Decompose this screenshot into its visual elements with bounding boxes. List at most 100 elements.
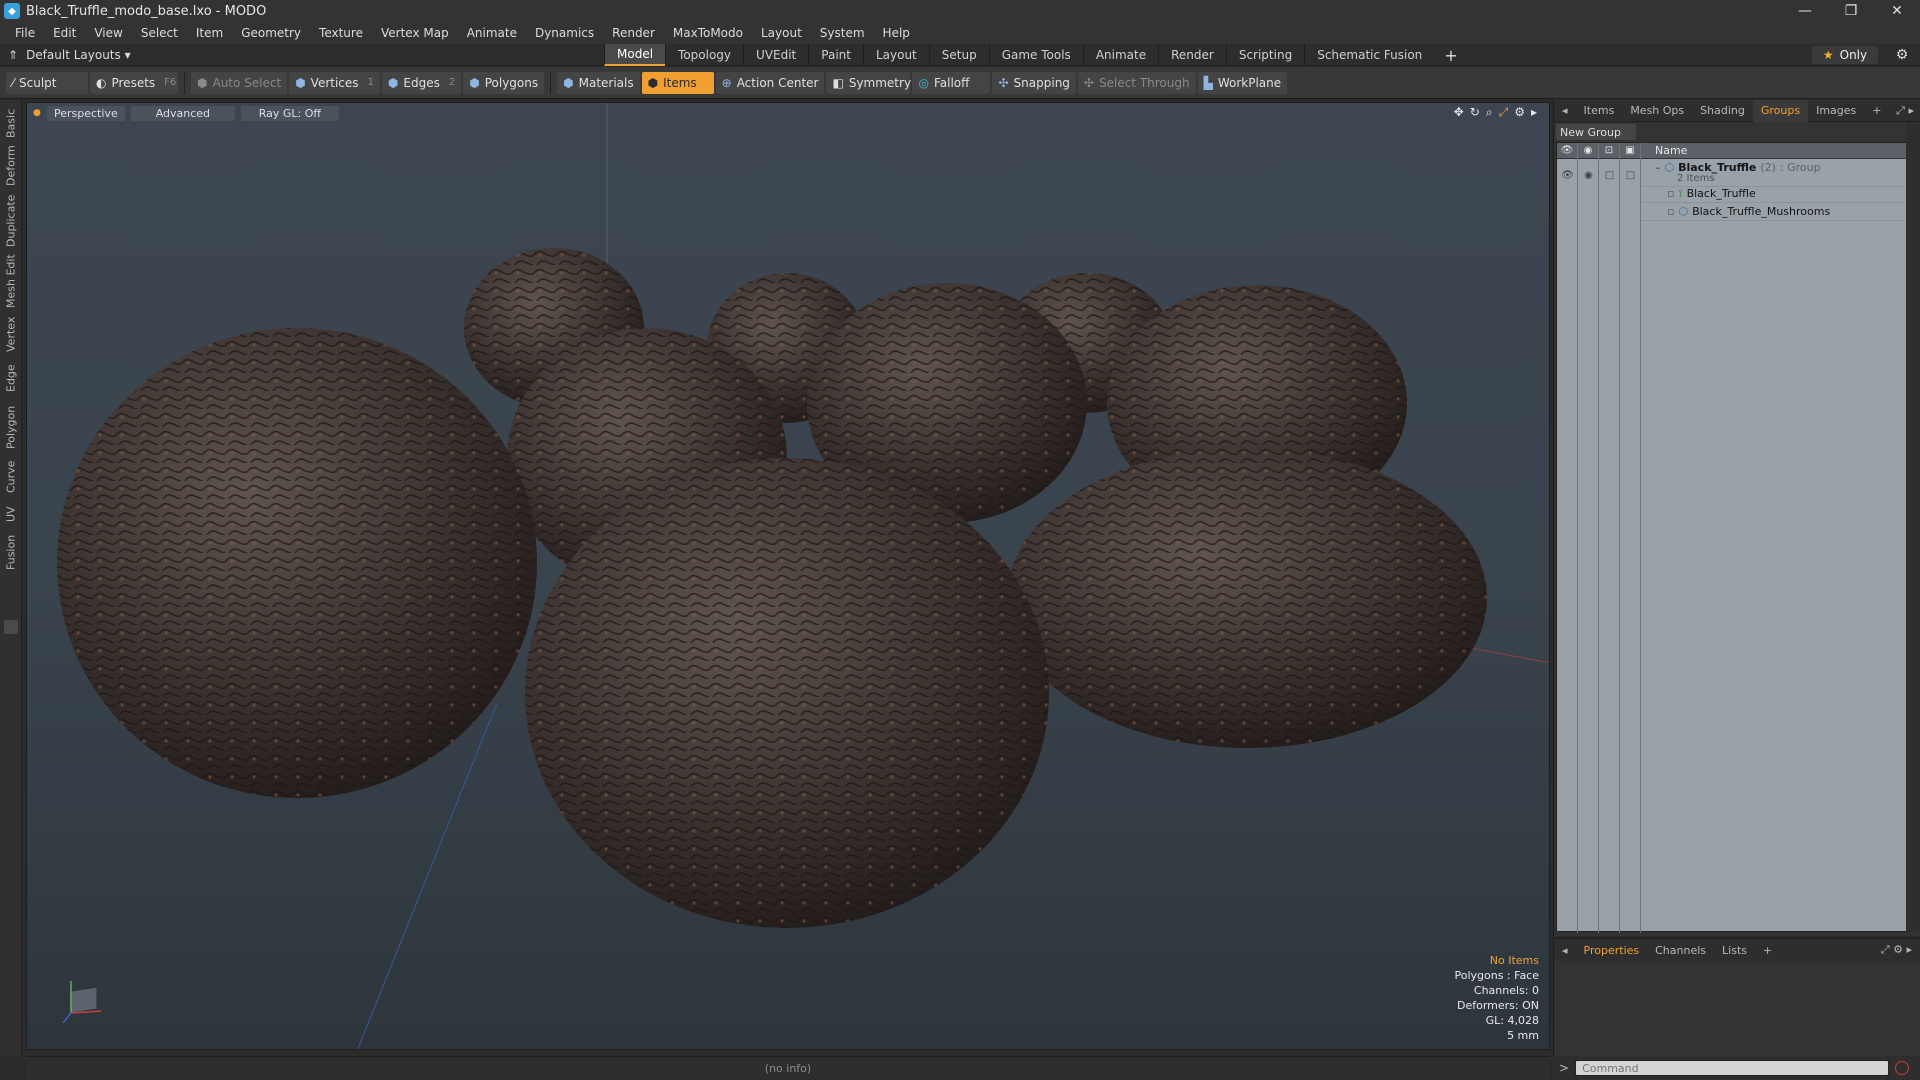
menu-texture[interactable]: Texture [310,26,372,40]
add-panel-tab-icon[interactable]: + [1755,944,1780,957]
presets-button[interactable]: ◐ Presets F6 [90,71,178,94]
menu-select[interactable]: Select [132,26,187,40]
menu-maxtomodo[interactable]: MaxToModo [664,26,752,40]
tab-uvedit[interactable]: UVEdit [743,44,808,66]
eye-icon[interactable]: 👁 [1557,161,1578,189]
name-column-header[interactable]: Name [1641,144,1687,157]
tab-setup[interactable]: Setup [928,44,989,66]
menu-dynamics[interactable]: Dynamics [526,26,603,40]
restore-icon[interactable]: ❐ [1828,0,1874,22]
tab-items[interactable]: Items [1576,100,1623,122]
panel-scrollbar[interactable] [1906,122,1920,932]
falloff-button[interactable]: ◎ Falloff [912,71,991,94]
collapse-group-icon[interactable]: – [1655,161,1661,174]
tab-channels[interactable]: Channels [1647,944,1714,957]
vtab-duplicate[interactable]: Duplicate [2,194,20,248]
menu-system[interactable]: System [811,26,874,40]
tab-paint[interactable]: Paint [808,44,863,66]
materials-button[interactable]: ⬢ Materials [557,71,640,94]
minimize-icon[interactable]: — [1782,0,1828,22]
select-checkbox[interactable]: □ [1620,161,1641,189]
vtab-curve[interactable]: Curve [2,458,20,496]
menu-render[interactable]: Render [603,26,664,40]
items-button[interactable]: ⬢ Items [641,71,714,94]
viewport-settings-icon[interactable]: ⚙ [1514,105,1525,120]
vtab-uv[interactable]: UV [2,502,20,526]
group-child-row[interactable]: ▫ ⬡ Black_Truffle_Mushrooms [1641,203,1906,221]
menu-animate[interactable]: Animate [458,26,526,40]
select-through-button[interactable]: ✣ Select Through [1077,71,1196,94]
vtab-polygon[interactable]: Polygon [2,402,20,452]
presets-shortcut: F6 [164,77,177,88]
menu-layout[interactable]: Layout [752,26,811,40]
polygons-button[interactable]: ⬢ Polygons [463,71,545,94]
panel-menu-icon[interactable]: ◂ [1554,100,1576,122]
child-name: Black_Truffle [1686,187,1756,200]
auto-select-button[interactable]: ⬢ Auto Select [191,71,288,94]
edges-button[interactable]: ⬢ Edges 2 [381,71,462,94]
vtab-vertex[interactable]: Vertex [2,314,20,354]
command-input[interactable] [1575,1060,1890,1076]
new-group-button[interactable]: New Group [1556,124,1636,140]
tab-game-tools[interactable]: Game Tools [988,44,1083,66]
menu-view[interactable]: View [85,26,131,40]
3d-viewport[interactable]: ● Perspective Advanced Ray GL: Off ✥ ↻ ⌕… [26,102,1550,1050]
expand-arrow-icon[interactable]: ▸ [1531,105,1537,120]
maximize-icon[interactable]: ⤢ [1499,105,1509,120]
vertices-button[interactable]: ⬢ Vertices 1 [289,71,380,94]
tab-render[interactable]: Render [1158,44,1226,66]
auto-select-icon: ⬢ [197,75,208,90]
sculpt-button[interactable]: ⁄ Sculpt [6,71,88,94]
tab-images[interactable]: Images [1808,100,1864,122]
panel-menu-icon[interactable]: ◂ [1554,944,1576,957]
add-panel-tab-icon[interactable]: + [1864,100,1889,122]
tab-properties[interactable]: Properties [1576,944,1648,957]
only-toggle-button[interactable]: ★ Only [1812,46,1878,64]
tab-mesh-ops[interactable]: Mesh Ops [1622,100,1692,122]
menu-file[interactable]: File [6,26,44,40]
tab-model[interactable]: Model [604,44,666,66]
collapse-arrow-icon[interactable]: ⇑ [8,48,18,62]
symmetry-button[interactable]: ◧ Symmetry [826,71,911,94]
vtab-deform[interactable]: Deform [2,146,20,187]
expand-panel-icon[interactable]: ⤢ ⚙ ▸ [1873,943,1920,957]
record-macro-icon[interactable] [1895,1061,1910,1075]
tab-layout[interactable]: Layout [862,44,929,66]
workplane-button[interactable]: ▙ WorkPlane [1197,71,1288,94]
tab-topology[interactable]: Topology [665,44,743,66]
tab-groups[interactable]: Groups [1752,99,1809,122]
tab-lists[interactable]: Lists [1714,944,1755,957]
close-icon[interactable]: ✕ [1874,0,1920,22]
gear-icon[interactable]: ⚙ [1892,46,1912,64]
tab-animate[interactable]: Animate [1082,44,1158,66]
menu-help[interactable]: Help [874,26,919,40]
layout-selector[interactable]: ⇑ Default Layouts ▾ [8,48,131,62]
rotate-icon[interactable]: ↻ [1470,105,1480,120]
strip-toggle-icon[interactable] [4,620,18,634]
view-mode-button[interactable]: Perspective [46,105,125,121]
vtab-basic[interactable]: Basic [2,106,20,140]
action-center-button[interactable]: ⊕ Action Center [715,71,825,94]
menu-vertex-map[interactable]: Vertex Map [372,26,458,40]
add-tab-button[interactable]: + [1434,44,1467,66]
zoom-icon[interactable]: ⌕ [1486,105,1493,120]
vtab-fusion[interactable]: Fusion [2,532,20,572]
render-icon[interactable]: ◉ [1578,161,1599,189]
vtab-mesh-edit[interactable]: Mesh Edit [2,254,20,308]
shading-mode-button[interactable]: Advanced [130,105,235,121]
group-list-columns [1557,143,1641,933]
lock-checkbox[interactable]: □ [1599,161,1620,189]
group-child-row[interactable]: ▫ ⟟ Black_Truffle [1641,185,1906,203]
tab-shading[interactable]: Shading [1692,100,1753,122]
expand-panel-icon[interactable]: ⤢ ▸ [1890,104,1920,118]
snapping-button[interactable]: ✣ Snapping [992,71,1076,94]
pan-icon[interactable]: ✥ [1454,105,1464,120]
menu-item[interactable]: Item [187,26,232,40]
tab-scripting[interactable]: Scripting [1225,44,1304,66]
raygl-toggle-button[interactable]: Ray GL: Off [240,105,339,121]
menu-edit[interactable]: Edit [44,26,85,40]
viewport-menu-dot-icon[interactable]: ● [33,108,41,118]
vtab-edge[interactable]: Edge [2,362,20,394]
menu-geometry[interactable]: Geometry [232,26,310,40]
tab-schematic-fusion[interactable]: Schematic Fusion [1304,44,1434,66]
